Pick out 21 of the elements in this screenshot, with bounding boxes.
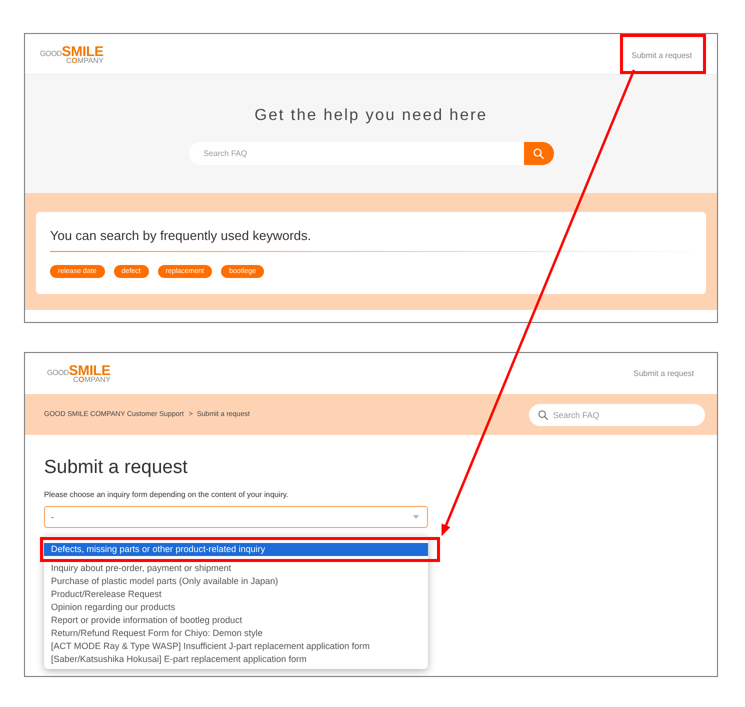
submit-request-link[interactable]: Submit a request [632, 51, 692, 60]
dropdown-option[interactable]: Report or provide information of bootleg product [44, 614, 428, 627]
search-button[interactable] [524, 142, 554, 165]
search-field[interactable]: Search FAQ [529, 404, 705, 426]
dropdown-option[interactable]: Product/Rerelease Request [44, 588, 428, 601]
inquiry-select[interactable]: - [44, 506, 428, 528]
dropdown-option[interactable]: Opinion regarding our products [44, 601, 428, 614]
dropdown-option[interactable]: Inquiry about pre-order, payment or shipment [44, 562, 428, 575]
dropdown-option[interactable]: Return/Refund Request Form for Chiyo: Demon style [44, 627, 428, 640]
hero-heading: Get the help you need here [254, 106, 488, 126]
caret-icon [413, 515, 419, 519]
page-title: Submit a request [44, 456, 189, 480]
search-icon [538, 410, 548, 420]
search-field[interactable]: Search FAQ [188, 142, 524, 165]
dropdown-option[interactable]: Purchase of plastic model parts (Only available in Japan) [44, 575, 428, 588]
search-icon [533, 148, 544, 159]
keywords-heading: You can search by frequently used keywords. [50, 227, 312, 245]
dropdown-option[interactable]: [ACT MODE Ray & Type WASP] Insufficient J-part replacement application form [44, 640, 428, 653]
dropdown-option[interactable]: [Saber/Katsushika Hokusai] E-part replacement application form [44, 653, 428, 666]
dropdown-option[interactable]: Defects, missing parts or other product-related inquiry [44, 543, 428, 556]
submit-request-link[interactable]: Submit a request [634, 368, 694, 378]
